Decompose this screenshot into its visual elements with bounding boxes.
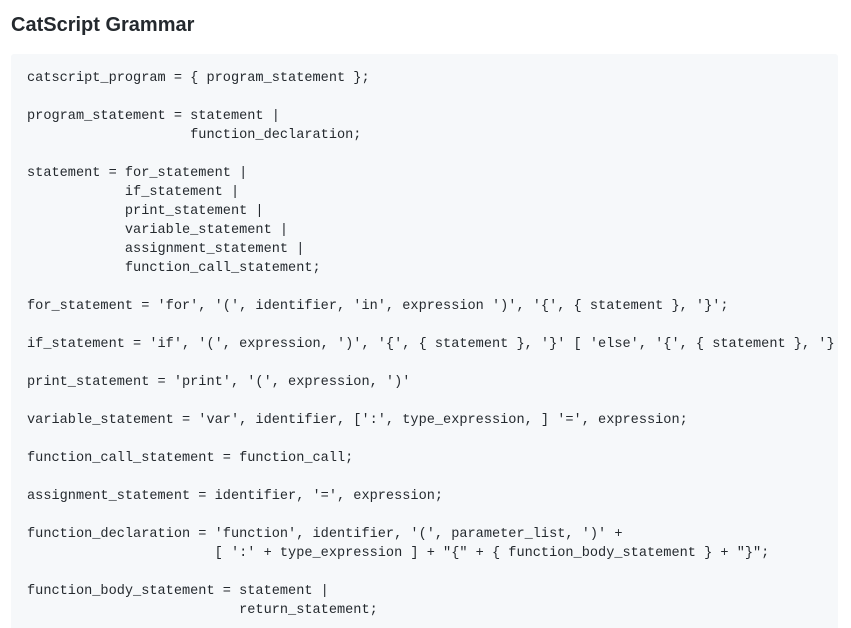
grammar-line-blank [27,468,838,487]
grammar-line-variable-statement: variable_statement = 'var', identifier, … [27,413,688,428]
grammar-line-blank [27,563,838,582]
grammar-line-print-statement: print_statement = 'print', '(', expressi… [27,375,411,390]
grammar-line-function-body-statement-cont: return_statement; [27,603,378,618]
grammar-line-statement-cont: variable_statement | [27,223,289,238]
grammar-line-statement-cont: function_call_statement; [27,261,321,276]
grammar-line-statement: statement = for_statement | [27,166,248,181]
grammar-line-statement-cont: if_statement | [27,185,240,200]
grammar-line-function-call-statement: function_call_statement = function_call; [27,451,354,466]
grammar-line-catscript-program: catscript_program = { program_statement … [27,71,370,86]
grammar-line-function-body-statement: function_body_statement = statement | [27,584,329,599]
grammar-line-blank [27,506,838,525]
grammar-line-blank [27,278,838,297]
grammar-line-blank [27,430,838,449]
grammar-line-statement-cont: print_statement | [27,204,264,219]
grammar-line-assignment-statement: assignment_statement = identifier, '=', … [27,489,444,504]
grammar-code: catscript_program = { program_statement … [27,69,838,620]
grammar-code-block: catscript_program = { program_statement … [11,54,838,628]
grammar-line-function-declaration-cont: [ ':' + type_expression ] + "{" + { func… [27,546,770,561]
grammar-line-function-declaration: function_declaration = 'function', ident… [27,527,623,542]
grammar-line-blank [27,316,838,335]
grammar-line-for-statement: for_statement = 'for', '(', identifier, … [27,299,729,314]
grammar-line-statement-cont: assignment_statement | [27,242,305,257]
page-title: CatScript Grammar [11,14,195,36]
grammar-line-program-statement-cont: function_declaration; [27,128,362,143]
grammar-line-blank [27,354,838,373]
grammar-line-if-statement: if_statement = 'if', '(', expression, ')… [27,337,838,352]
grammar-line-program-statement: program_statement = statement | [27,109,280,124]
grammar-line-blank [27,145,838,164]
grammar-line-blank [27,392,838,411]
grammar-line-blank [27,88,838,107]
